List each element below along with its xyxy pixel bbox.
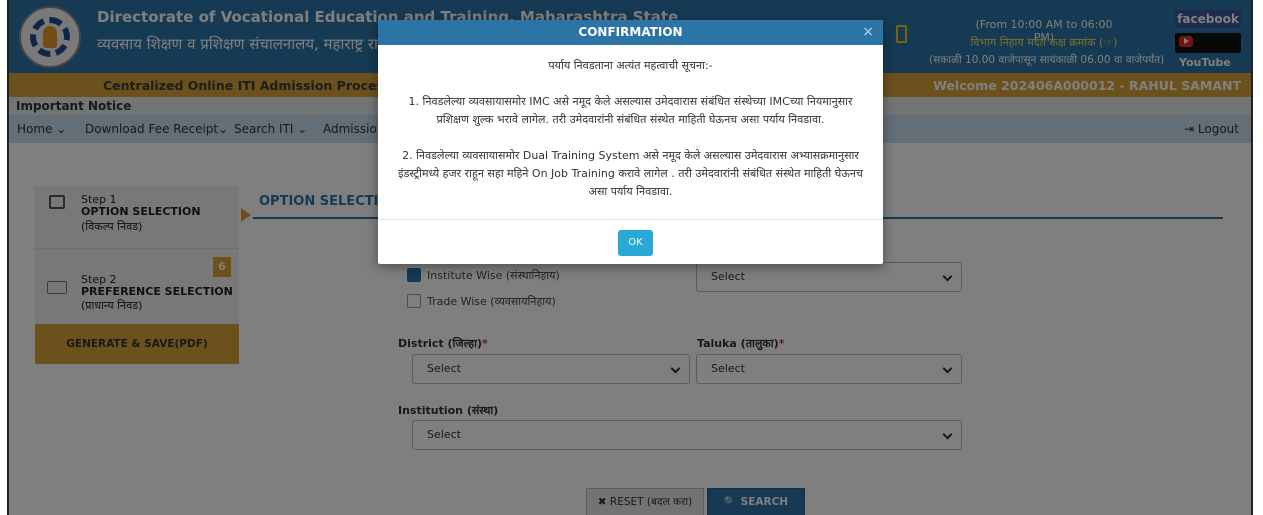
modal-footer-divider	[378, 219, 883, 220]
modal-intro: पर्याय निवडताना अत्यंत महत्वाची सूचना:-	[548, 59, 713, 72]
modal-point1-line1: 1. निवडलेल्या व्यवसायासमोर IMC असे नमूद …	[408, 95, 853, 108]
close-icon[interactable]: ×	[862, 24, 874, 40]
ok-button[interactable]: OK	[618, 230, 653, 256]
modal-title: CONFIRMATION	[578, 25, 683, 39]
modal-header: CONFIRMATION ×	[378, 20, 883, 45]
modal-body: पर्याय निवडताना अत्यंत महत्वाची सूचना:- …	[392, 57, 869, 201]
modal-point1-line2: प्रशिक्षण शुल्क भरावे लागेल. तरी उमेदवार…	[436, 113, 825, 126]
confirmation-modal: CONFIRMATION × पर्याय निवडताना अत्यंत मह…	[378, 20, 883, 264]
modal-point2-line3: असा पर्याय निवडावा.	[588, 185, 673, 198]
modal-point2-line2: इंडस्ट्रीमध्ये हजर राहून सहा महिने On Jo…	[398, 167, 863, 180]
modal-point2-line1: 2. निवडलेल्या व्यवसायासमोर Dual Training…	[402, 149, 859, 162]
page-frame: Directorate of Vocational Education and …	[7, 0, 1253, 515]
